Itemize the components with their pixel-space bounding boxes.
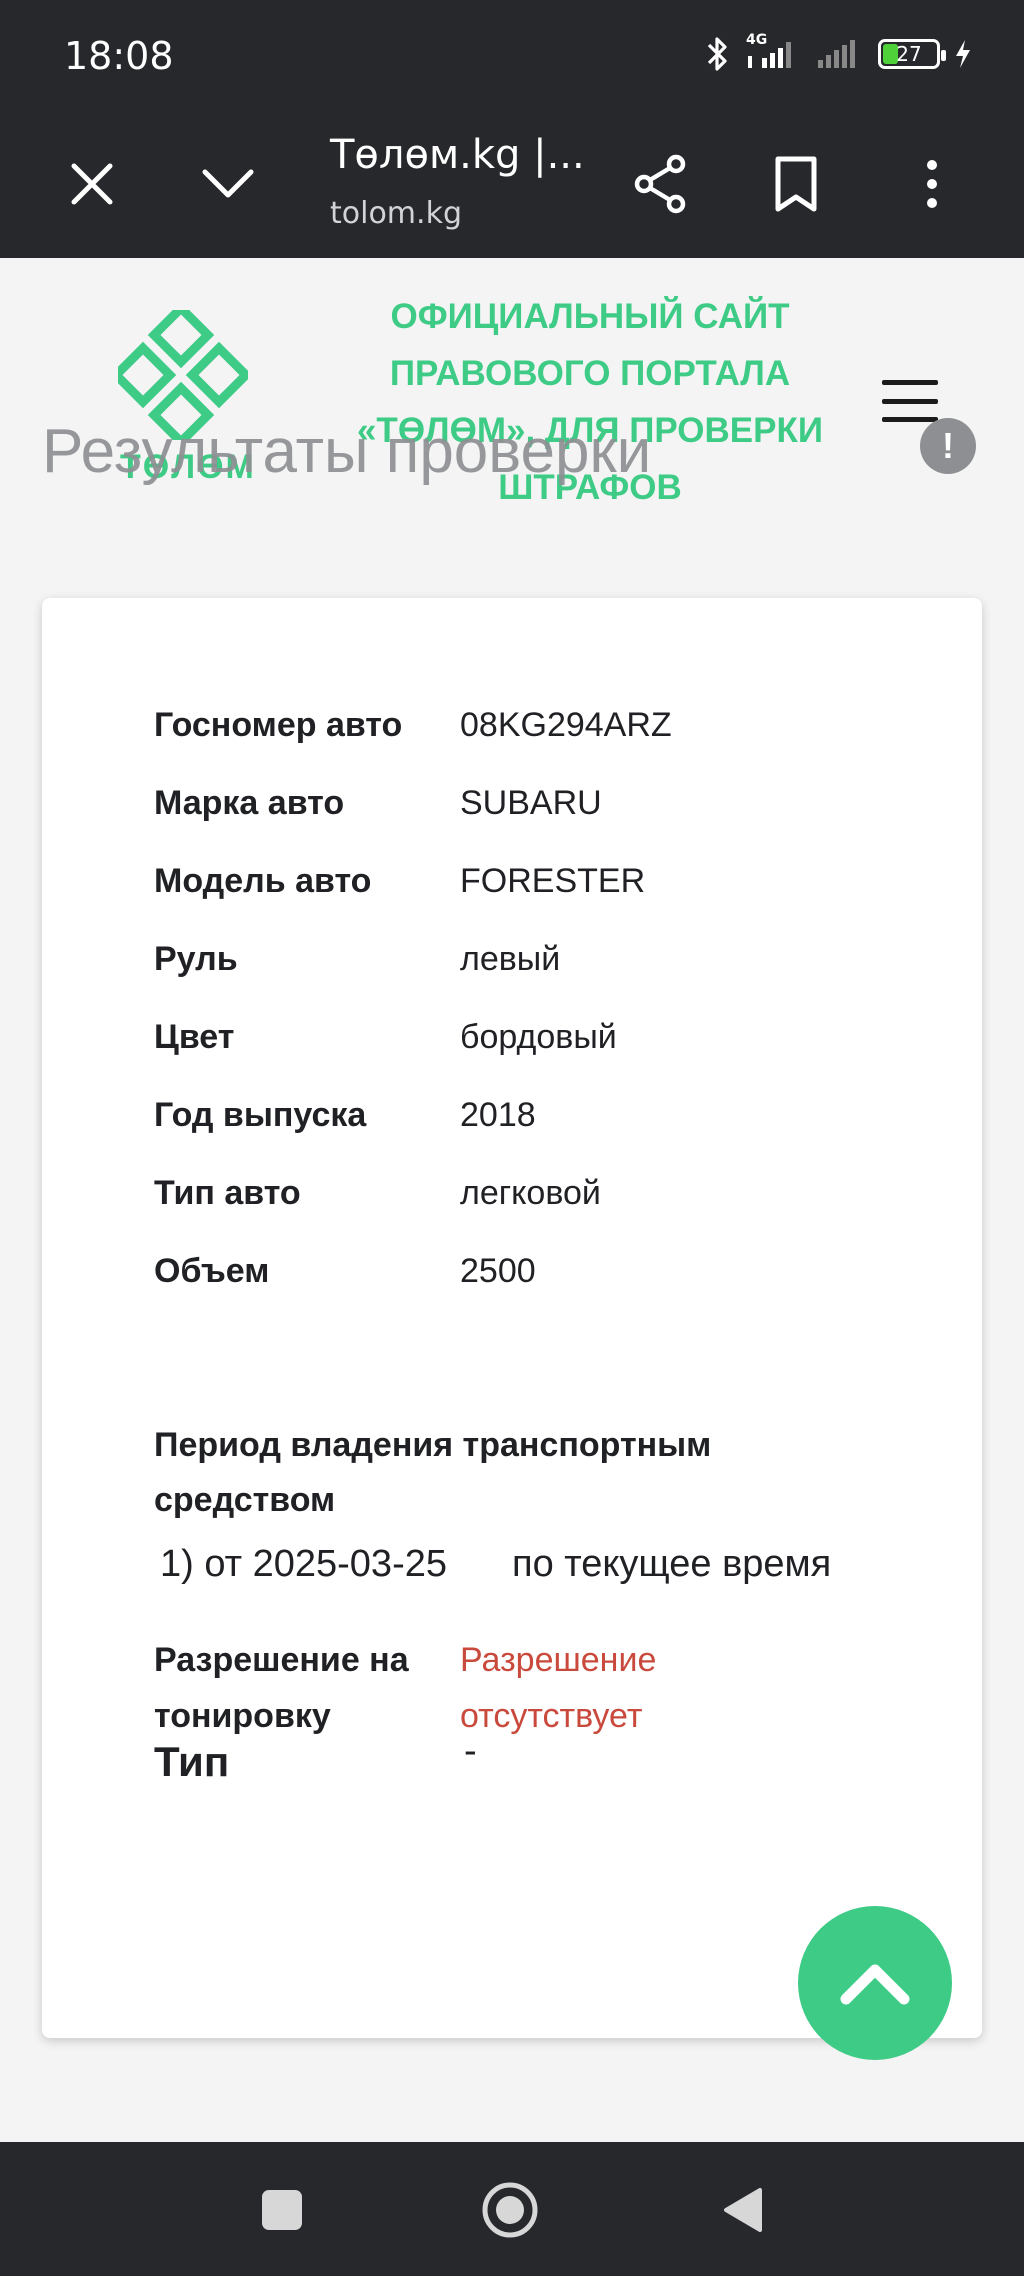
- menu-bar-icon: [882, 417, 938, 422]
- row-value: 2500: [460, 1252, 536, 1290]
- more-vert-icon: [927, 160, 937, 208]
- scroll-to-top-button[interactable]: [798, 1906, 952, 2060]
- web-page: ТӨЛӨМ ОФИЦИАЛЬНЫЙ САЙТ ПРАВОВОГО ПОРТАЛА…: [0, 258, 1024, 2142]
- row-value: FORESTER: [460, 862, 646, 900]
- ownership-period-to: по текущее время: [512, 1543, 832, 1585]
- home-circle-icon: [482, 2182, 538, 2238]
- menu-bar-icon: [882, 398, 938, 404]
- clock: 18:08: [64, 34, 174, 78]
- row-label: Руль: [154, 940, 238, 978]
- ownership-period-from: 1) от 2025-03-25: [160, 1543, 447, 1585]
- signal-icon: [814, 34, 864, 74]
- minimize-button[interactable]: [188, 144, 268, 224]
- bluetooth-icon: [706, 34, 730, 74]
- recents-button[interactable]: [252, 2180, 312, 2240]
- row-label: Цвет: [154, 1018, 235, 1056]
- status-bar: 18:08 4G 27: [0, 0, 1024, 112]
- share-icon: [634, 154, 686, 214]
- hamburger-menu-button[interactable]: [882, 380, 938, 422]
- network-type: 4G: [746, 32, 768, 48]
- back-triangle-icon: [724, 2188, 762, 2232]
- row-value: SUBARU: [460, 784, 602, 822]
- menu-bar-icon: [882, 380, 938, 385]
- status-icons: 4G 27: [706, 32, 972, 76]
- row-label: Тип авто: [154, 1174, 301, 1212]
- bookmark-button[interactable]: [756, 144, 836, 224]
- row-value: легковой: [460, 1174, 601, 1212]
- site-header: ТӨЛӨМ ОФИЦИАЛЬНЫЙ САЙТ ПРАВОВОГО ПОРТАЛА…: [0, 258, 1024, 548]
- page-url[interactable]: tolom.kg: [330, 196, 462, 231]
- row-label: Год выпуска: [154, 1096, 367, 1134]
- recents-square-icon: [262, 2190, 302, 2230]
- page-heading: Результаты проверки: [42, 417, 652, 486]
- type-value: -: [464, 1730, 477, 1772]
- row-value: бордовый: [460, 1018, 617, 1056]
- share-button[interactable]: [620, 144, 700, 224]
- page-title[interactable]: Төлөм.kg |...: [330, 132, 585, 178]
- charging-icon: [954, 39, 972, 69]
- row-label: Марка авто: [154, 784, 345, 822]
- home-button[interactable]: [480, 2180, 540, 2240]
- more-menu-button[interactable]: [892, 144, 972, 224]
- row-value: 08KG294ARZ: [460, 706, 672, 744]
- signal-4g-icon: 4G: [744, 32, 800, 74]
- close-icon: [71, 163, 113, 205]
- close-button[interactable]: [52, 144, 132, 224]
- type-label: Тип: [154, 1738, 230, 1785]
- back-button[interactable]: [712, 2180, 772, 2240]
- bookmark-icon: [775, 156, 817, 212]
- chevron-down-icon: [202, 169, 254, 198]
- alert-icon[interactable]: !: [920, 418, 976, 474]
- row-value: левый: [460, 940, 561, 978]
- results-card: Госномер авто 08KG294ARZ Марка авто SUBA…: [42, 598, 982, 2038]
- battery-icon: 27: [878, 39, 946, 69]
- row-label: Госномер авто: [154, 706, 403, 744]
- tint-permit-value: Разрешение отсутствует: [460, 1641, 657, 1735]
- system-nav-bar: [0, 2142, 1024, 2276]
- battery-level: 27: [896, 42, 922, 66]
- row-label: Объем: [154, 1252, 270, 1290]
- ownership-period-title: Период владения транспортным средством: [154, 1426, 712, 1519]
- browser-toolbar: Төлөм.kg |... tolom.kg: [0, 112, 1024, 258]
- tint-permit-label: Разрешение на тонировку: [154, 1641, 409, 1735]
- row-label: Модель авто: [154, 862, 372, 900]
- row-value: 2018: [460, 1096, 536, 1134]
- chevron-up-icon: [840, 1964, 910, 2005]
